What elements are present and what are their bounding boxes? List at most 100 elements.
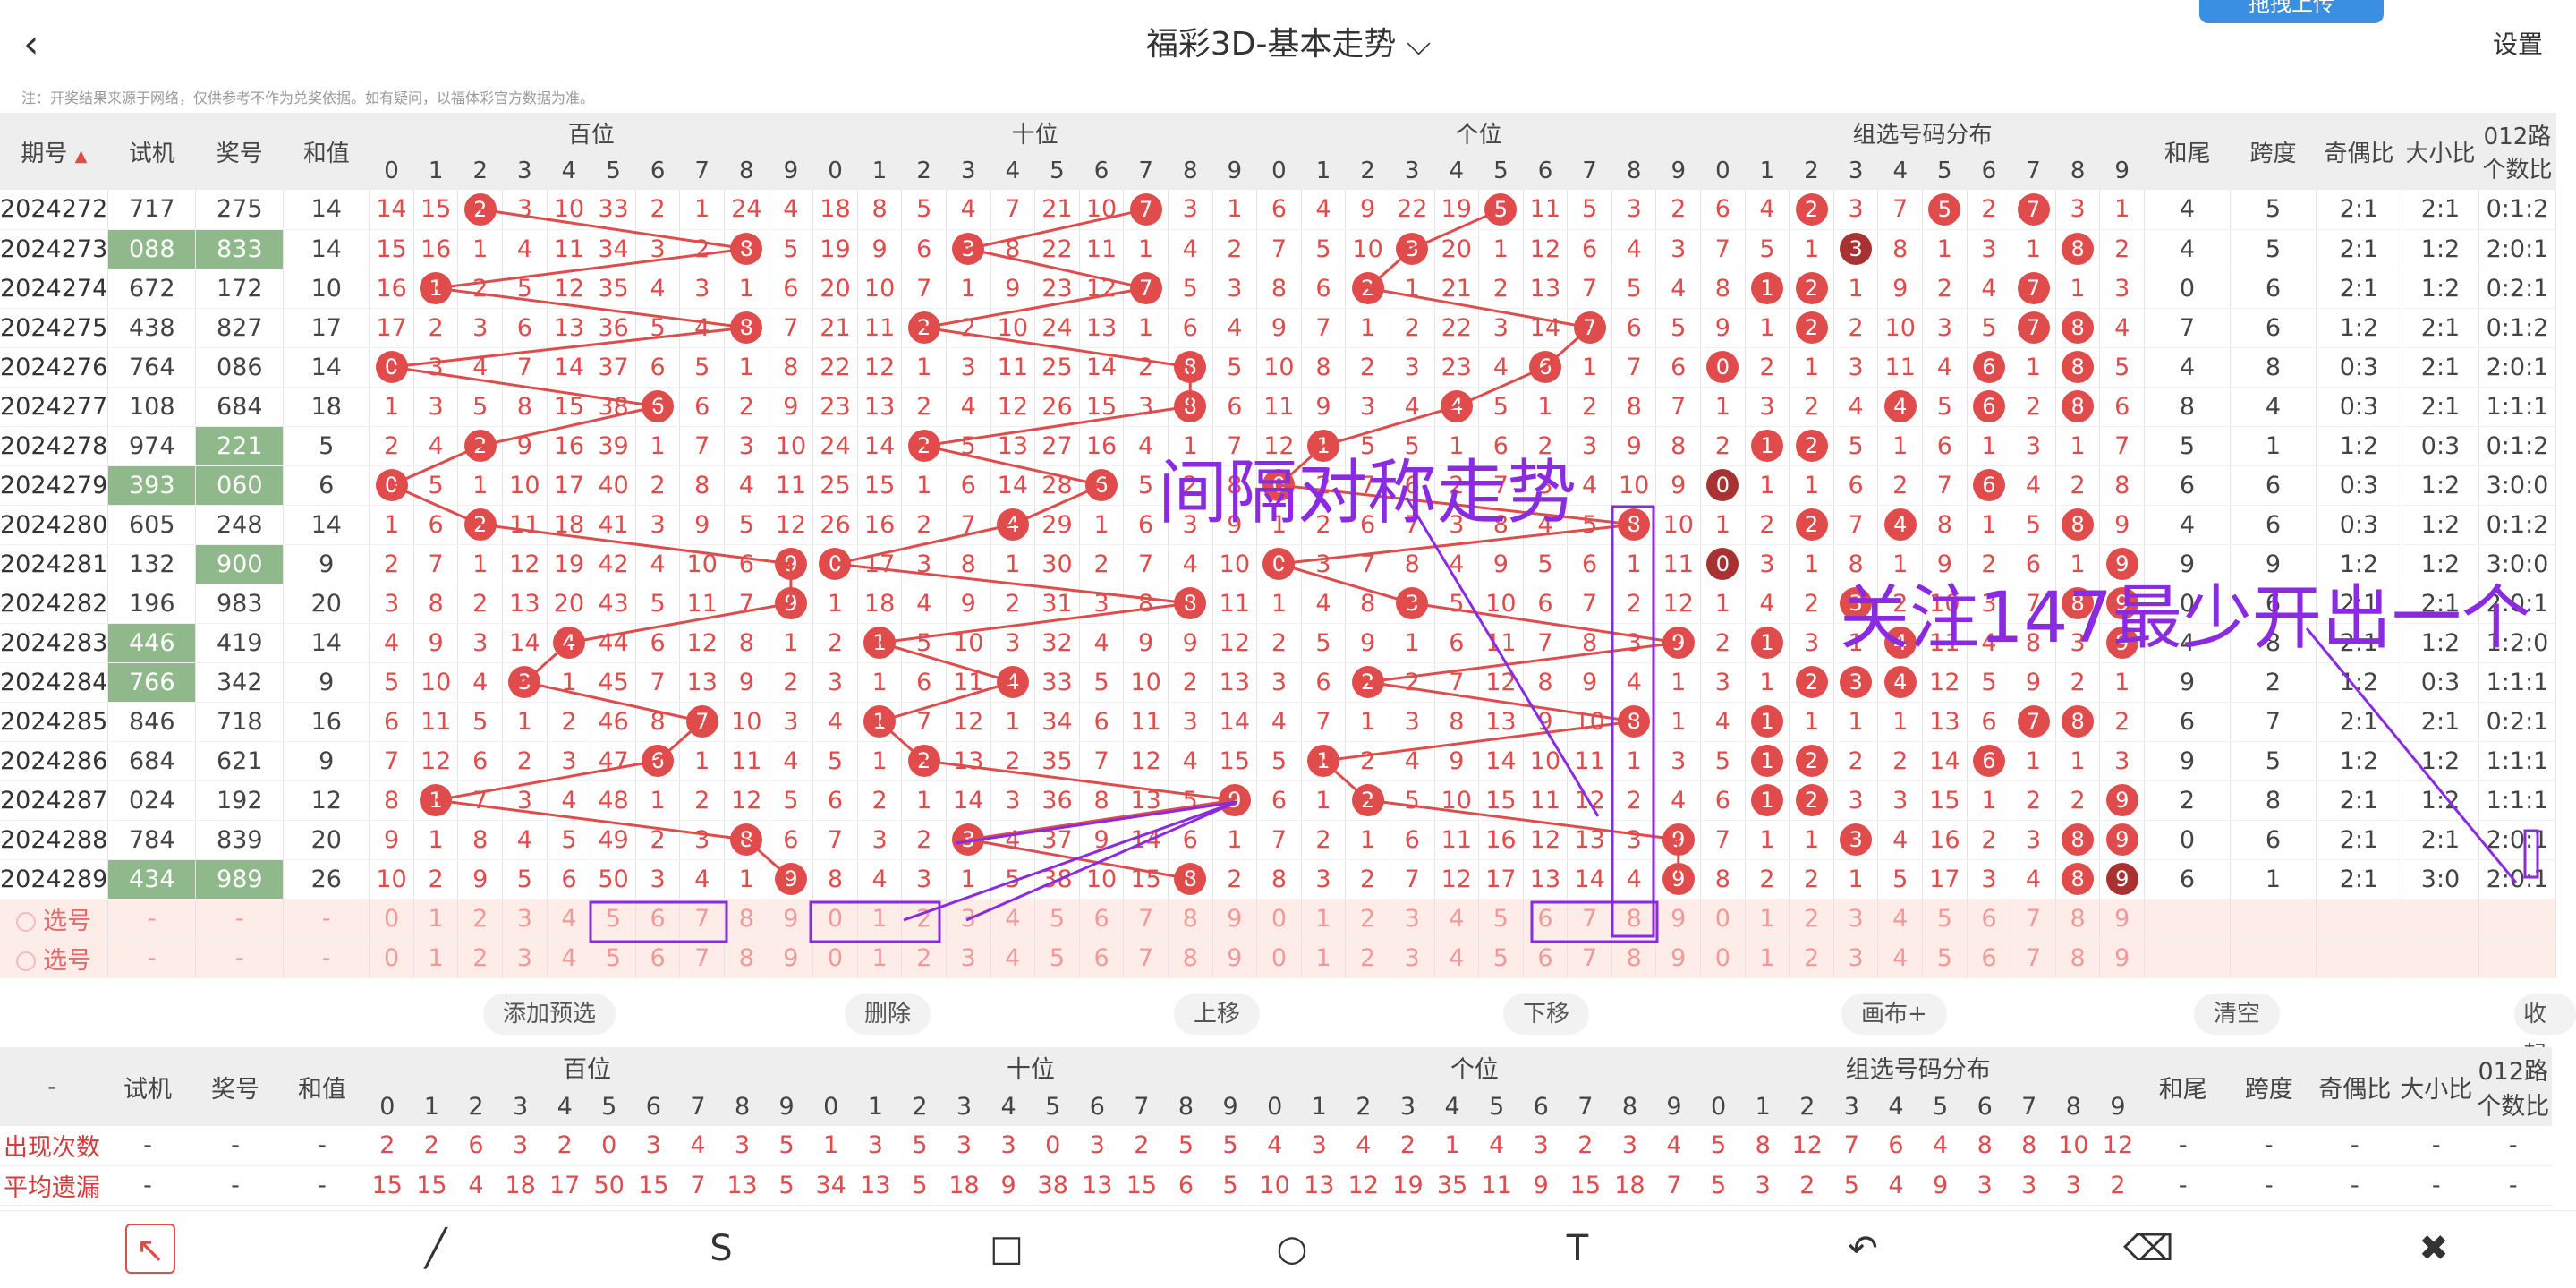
upload-button[interactable]: 拖拽上传 xyxy=(2199,0,2384,23)
pick-digit[interactable]: 4 xyxy=(1434,938,1480,978)
pick-digit[interactable]: 1 xyxy=(1301,938,1347,978)
pick-digit[interactable]: 5 xyxy=(1034,899,1080,939)
pick-digit[interactable]: 6 xyxy=(1967,899,2012,939)
pick-digit[interactable]: 8 xyxy=(1611,899,1657,939)
delete-button[interactable]: 删除 xyxy=(845,994,931,1035)
pick-digit[interactable]: 4 xyxy=(990,938,1036,978)
pick-digit[interactable]: 6 xyxy=(1967,938,2012,978)
pick-digit[interactable]: 1 xyxy=(1745,938,1790,978)
pick-digit[interactable]: 7 xyxy=(2011,899,2056,939)
pick-digit[interactable]: 6 xyxy=(635,938,681,978)
pick-digit[interactable]: 9 xyxy=(2099,899,2145,939)
pick-digit[interactable]: 0 xyxy=(369,938,414,978)
pick-digit[interactable]: 7 xyxy=(1123,938,1169,978)
move-down-button[interactable]: 下移 xyxy=(1503,994,1590,1035)
pick-digit[interactable]: 1 xyxy=(413,899,459,939)
line-icon[interactable]: ╱ xyxy=(411,1224,461,1274)
pick-digit[interactable]: 4 xyxy=(1877,938,1924,978)
pick-digit[interactable]: 5 xyxy=(1034,938,1080,978)
pick-digit[interactable]: 9 xyxy=(1655,938,1702,978)
pick-digit[interactable]: 0 xyxy=(812,899,858,939)
pick-digit[interactable]: 2 xyxy=(457,938,504,978)
pick-digit[interactable]: 0 xyxy=(1700,899,1746,939)
pick-digit[interactable]: 3 xyxy=(946,938,991,978)
pick-digit[interactable]: 6 xyxy=(1079,899,1125,939)
pick-digit[interactable]: 2 xyxy=(1789,938,1834,978)
pick-digit[interactable]: 9 xyxy=(1212,899,1258,939)
pick-digit[interactable]: 6 xyxy=(635,899,681,939)
pick-digit[interactable]: 1 xyxy=(1745,899,1790,939)
pick-digit[interactable]: 7 xyxy=(1567,899,1612,939)
pick-digit[interactable]: 2 xyxy=(1345,938,1390,978)
eraser-icon[interactable]: ⌫ xyxy=(2123,1224,2174,1274)
page-title[interactable]: 福彩3D-基本走势 ⌵ xyxy=(1101,18,1476,72)
pick-digit[interactable]: 7 xyxy=(2011,938,2056,978)
pick-digit[interactable]: 3 xyxy=(1390,899,1435,939)
settings-button[interactable]: 设置 xyxy=(2493,25,2543,61)
pick-digit[interactable]: 2 xyxy=(1345,899,1390,939)
pick-digit[interactable]: 9 xyxy=(1655,899,1702,939)
pick-digit[interactable]: 4 xyxy=(547,899,592,939)
pick-digit[interactable]: 2 xyxy=(901,938,947,978)
pick-digit[interactable]: 9 xyxy=(2099,938,2145,978)
pick-digit[interactable]: 5 xyxy=(1478,938,1524,978)
pick-digit[interactable]: 8 xyxy=(724,899,769,939)
pick-digit[interactable]: 9 xyxy=(1212,938,1258,978)
pick-digit[interactable]: 0 xyxy=(812,938,858,978)
pick-digit[interactable]: 3 xyxy=(946,899,991,939)
undo-icon[interactable]: ↶ xyxy=(1838,1224,1888,1274)
pick-row[interactable]: 选号 - - -0 1 2 3 4 5 6 7 8 9 0 1 2 3 4 5 6 7 8 9 0 1 2 3 4 5 6 7 8 9 0 1 2 3 4… xyxy=(0,899,2556,939)
pick-digit[interactable]: 0 xyxy=(369,899,414,939)
pick-digit[interactable]: 2 xyxy=(1789,899,1834,939)
pick-digit[interactable]: 8 xyxy=(2055,899,2101,939)
pick-label[interactable]: 选号 xyxy=(0,899,109,939)
pick-digit[interactable]: 0 xyxy=(1256,938,1302,978)
pick-digit[interactable]: 4 xyxy=(1877,899,1924,939)
pick-digit[interactable]: 7 xyxy=(679,938,725,978)
pick-digit[interactable]: 6 xyxy=(1079,938,1125,978)
pick-digit[interactable]: 6 xyxy=(1523,899,1569,939)
pick-digit[interactable]: 6 xyxy=(1523,938,1569,978)
pick-digit[interactable]: 9 xyxy=(769,899,814,939)
pick-digit[interactable]: 3 xyxy=(502,938,548,978)
pick-digit[interactable]: 5 xyxy=(1922,938,1968,978)
rectangle-icon[interactable]: □ xyxy=(982,1224,1032,1274)
pick-digit[interactable]: 7 xyxy=(1567,938,1612,978)
pick-label[interactable]: 选号 xyxy=(0,938,109,978)
back-icon[interactable]: ‹ xyxy=(23,21,39,68)
pick-digit[interactable]: 4 xyxy=(547,938,592,978)
pick-digit[interactable]: 5 xyxy=(1478,899,1524,939)
pick-digit[interactable]: 8 xyxy=(1168,938,1213,978)
pick-digit[interactable]: 3 xyxy=(502,899,548,939)
pick-digit[interactable]: 5 xyxy=(591,899,636,939)
pick-digit[interactable]: 8 xyxy=(1611,938,1657,978)
pick-digit[interactable]: 5 xyxy=(591,938,636,978)
pick-digit[interactable]: 8 xyxy=(724,938,769,978)
text-icon[interactable]: T xyxy=(1552,1224,1603,1274)
move-up-button[interactable]: 上移 xyxy=(1174,994,1261,1035)
pick-digit[interactable]: 7 xyxy=(679,899,725,939)
pick-row[interactable]: 选号 - - -0 1 2 3 4 5 6 7 8 9 0 1 2 3 4 5 6 7 8 9 0 1 2 3 4 5 6 7 8 9 0 1 2 3 4… xyxy=(0,938,2556,978)
pick-digit[interactable]: 5 xyxy=(1922,899,1968,939)
pick-digit[interactable]: 7 xyxy=(1123,899,1169,939)
circle-icon[interactable]: ○ xyxy=(1267,1224,1317,1274)
pick-digit[interactable]: 3 xyxy=(1833,938,1879,978)
clear-icon[interactable]: ✖ xyxy=(2409,1224,2459,1274)
pick-digit[interactable]: 0 xyxy=(1700,938,1746,978)
curve-icon[interactable]: S xyxy=(696,1224,746,1274)
clear-button[interactable]: 清空 xyxy=(2194,994,2281,1035)
pick-digit[interactable]: 9 xyxy=(769,938,814,978)
header-period[interactable]: 期号 ▲ xyxy=(0,113,108,190)
pointer-icon[interactable]: ↖ xyxy=(125,1224,175,1274)
pick-digit[interactable]: 2 xyxy=(901,899,947,939)
pick-digit[interactable]: 3 xyxy=(1833,899,1879,939)
pick-digit[interactable]: 1 xyxy=(1301,899,1347,939)
collapse-button[interactable]: 收起 xyxy=(2514,994,2576,1069)
pick-digit[interactable]: 1 xyxy=(413,938,459,978)
pick-digit[interactable]: 2 xyxy=(457,899,504,939)
pick-digit[interactable]: 8 xyxy=(1168,899,1213,939)
pick-digit[interactable]: 4 xyxy=(1434,899,1480,939)
pick-digit[interactable]: 1 xyxy=(857,938,903,978)
pick-digit[interactable]: 3 xyxy=(1390,938,1435,978)
pick-digit[interactable]: 8 xyxy=(2055,938,2101,978)
